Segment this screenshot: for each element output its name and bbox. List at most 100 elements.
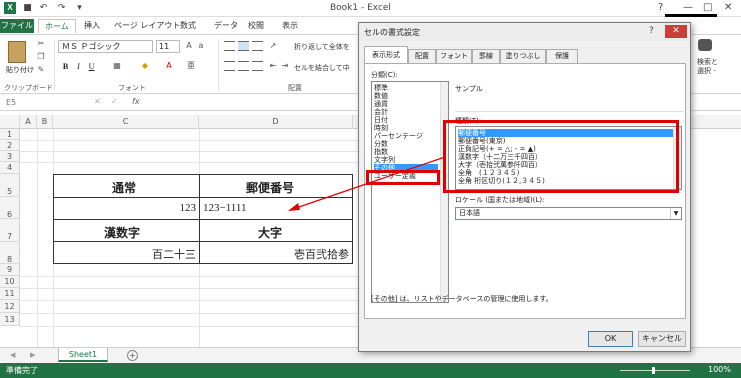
- category-item[interactable]: 通貨: [374, 100, 388, 108]
- fill-color-icon[interactable]: ◆: [140, 61, 150, 71]
- decrease-indent-icon[interactable]: ⇤: [268, 61, 278, 71]
- font-size-select[interactable]: 11: [156, 40, 180, 53]
- help-button[interactable]: ?: [658, 2, 663, 13]
- cell-c5[interactable]: 通常: [53, 174, 200, 198]
- align-right-icon[interactable]: [252, 61, 263, 71]
- dialog-help-button[interactable]: ?: [649, 26, 654, 36]
- ok-button[interactable]: OK: [588, 331, 633, 347]
- tab-insert[interactable]: 挿入: [78, 19, 106, 33]
- font-color-icon[interactable]: A: [164, 61, 174, 71]
- category-item[interactable]: 数値: [374, 92, 388, 100]
- zoom-slider-handle[interactable]: [652, 367, 655, 374]
- align-bottom-icon[interactable]: [252, 41, 263, 51]
- align-center-icon[interactable]: [238, 61, 249, 71]
- border-icon[interactable]: ▦: [112, 61, 122, 71]
- orientation-icon[interactable]: ↗: [268, 41, 278, 51]
- tab-review[interactable]: 校閲: [242, 19, 270, 33]
- locale-select[interactable]: 日本語 ▼: [455, 207, 682, 220]
- italic-button[interactable]: I: [73, 61, 84, 72]
- enter-formula-icon[interactable]: ✓: [111, 97, 118, 106]
- shrink-font-icon[interactable]: a: [196, 41, 206, 51]
- row-header[interactable]: 5: [0, 174, 20, 197]
- category-item[interactable]: 分数: [374, 140, 388, 148]
- add-sheet-icon[interactable]: +: [127, 350, 138, 361]
- close-button[interactable]: ✕: [724, 2, 732, 13]
- cut-icon[interactable]: ✂: [36, 39, 46, 49]
- format-painter-icon[interactable]: ✎: [36, 65, 46, 75]
- insert-function-icon[interactable]: fx: [132, 97, 140, 106]
- name-box[interactable]: E5: [4, 97, 60, 109]
- align-left-icon[interactable]: [224, 61, 235, 71]
- row-header[interactable]: 13: [0, 313, 20, 326]
- column-header[interactable]: A: [20, 115, 37, 129]
- find-select-label-2[interactable]: 選択 -: [697, 66, 716, 76]
- row-header[interactable]: 12: [0, 300, 20, 313]
- redo-icon[interactable]: ↷: [56, 3, 67, 14]
- tab-protection[interactable]: 保護: [546, 49, 578, 63]
- paste-button[interactable]: 貼り付け: [4, 39, 34, 75]
- category-item[interactable]: 指数: [374, 148, 388, 156]
- chevron-down-icon[interactable]: ▼: [670, 208, 681, 219]
- row-header[interactable]: 1: [0, 129, 20, 140]
- minimize-button[interactable]: —: [683, 2, 693, 13]
- undo-icon[interactable]: ↶: [38, 3, 49, 14]
- tab-view[interactable]: 表示: [276, 19, 304, 33]
- cell-c8[interactable]: 百二十三: [53, 241, 200, 264]
- align-middle-icon[interactable]: [238, 41, 249, 51]
- cell-c7[interactable]: 漢数字: [53, 219, 200, 242]
- sheet-tab-sheet1[interactable]: Sheet1: [58, 348, 108, 362]
- font-name-select[interactable]: ＭＳ Ｐゴシック: [58, 40, 153, 53]
- tab-number[interactable]: 表示形式: [364, 46, 408, 64]
- bold-button[interactable]: B: [60, 61, 71, 72]
- maximize-button[interactable]: □: [703, 2, 712, 13]
- underline-button[interactable]: U: [86, 61, 97, 72]
- row-header[interactable]: 4: [0, 162, 20, 174]
- grow-font-icon[interactable]: A: [184, 41, 194, 51]
- select-all-corner[interactable]: [0, 115, 20, 129]
- tab-alignment[interactable]: 配置: [408, 49, 436, 63]
- zoom-level[interactable]: 100%: [708, 365, 731, 374]
- row-header[interactable]: 9: [0, 264, 20, 276]
- tab-border[interactable]: 罫線: [472, 49, 500, 63]
- category-item[interactable]: 文字列: [374, 156, 395, 164]
- row-header[interactable]: 8: [0, 242, 20, 264]
- cancel-formula-icon[interactable]: ✕: [94, 97, 101, 106]
- category-item[interactable]: 会計: [374, 108, 388, 116]
- next-sheet-icon[interactable]: ▶: [30, 351, 35, 359]
- merge-center-button[interactable]: セルを結合して中: [294, 63, 350, 73]
- zoom-slider[interactable]: [620, 370, 690, 371]
- increase-indent-icon[interactable]: ⇥: [280, 61, 290, 71]
- row-header[interactable]: 2: [0, 140, 20, 151]
- copy-icon[interactable]: ❐: [36, 52, 46, 62]
- category-listbox[interactable]: 標準 数値 通貨 会計 日付 時刻 パーセンテージ 分数 指数 文字列 その他 …: [371, 81, 449, 303]
- cell-d5[interactable]: 郵便番号: [199, 174, 353, 198]
- cell-d8[interactable]: 壱百弐拾参: [199, 241, 353, 264]
- prev-sheet-icon[interactable]: ◀: [10, 351, 15, 359]
- wrap-text-button[interactable]: 折り返して全体を: [294, 42, 350, 52]
- category-item[interactable]: 時刻: [374, 124, 388, 132]
- column-header[interactable]: D: [199, 115, 353, 129]
- cell-c6[interactable]: 123: [53, 197, 200, 220]
- tab-file[interactable]: ファイル: [0, 19, 34, 33]
- tab-home[interactable]: ホーム: [38, 19, 76, 33]
- row-header[interactable]: 6: [0, 197, 20, 219]
- column-header[interactable]: C: [53, 115, 199, 129]
- row-header[interactable]: 10: [0, 276, 20, 288]
- tab-data[interactable]: データ: [208, 19, 244, 33]
- category-item[interactable]: 日付: [374, 116, 388, 124]
- cell-d6[interactable]: 123−1111: [199, 197, 353, 220]
- category-item[interactable]: パーセンテージ: [374, 132, 423, 140]
- cell-d7[interactable]: 大字: [199, 219, 353, 242]
- align-top-icon[interactable]: [224, 41, 235, 51]
- quick-access-dropdown-icon[interactable]: ▾: [74, 3, 85, 14]
- cancel-button[interactable]: キャンセル: [638, 331, 686, 347]
- dialog-close-button[interactable]: ✕: [665, 25, 687, 38]
- row-header[interactable]: 11: [0, 288, 20, 300]
- tab-font[interactable]: フォント: [436, 49, 472, 63]
- column-header[interactable]: B: [37, 115, 53, 129]
- category-item[interactable]: 標準: [374, 84, 388, 92]
- tab-formulas[interactable]: 数式: [174, 19, 202, 33]
- save-icon[interactable]: ■: [22, 3, 33, 14]
- row-header[interactable]: 3: [0, 151, 20, 162]
- row-header[interactable]: 7: [0, 219, 20, 242]
